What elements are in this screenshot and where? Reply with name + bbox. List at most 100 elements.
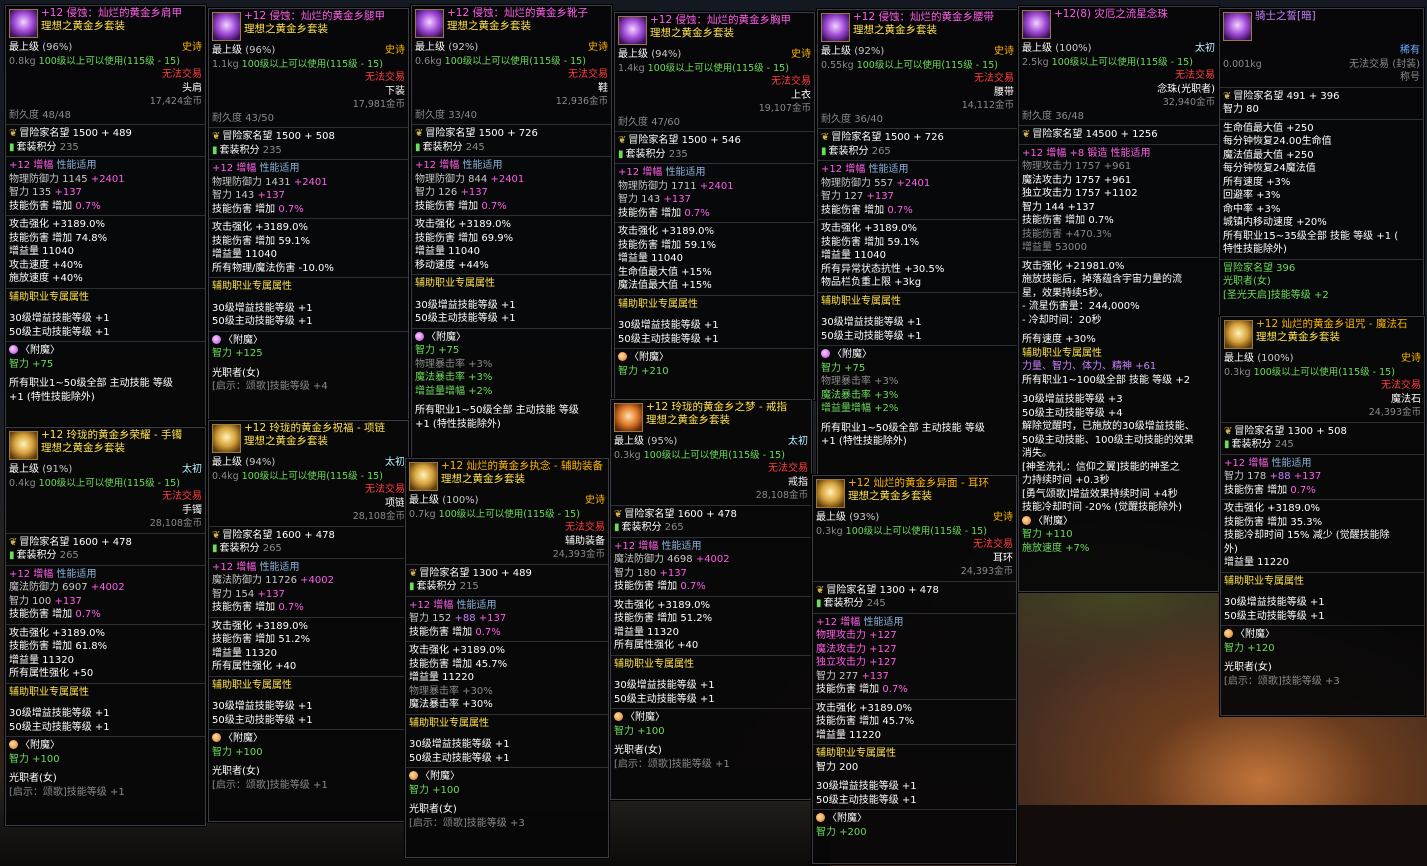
job-name: 光职者(女) [409, 804, 457, 815]
attack-line: 独立攻击力 1757 +1102 [1022, 188, 1138, 199]
stat-line: 技能伤害 增加 59.1% [618, 239, 717, 251]
stat-line: 增益量 11220 [409, 672, 474, 683]
intelligence: 智力 144 +137 [1022, 201, 1095, 213]
trade-status: 无法交易 [1381, 380, 1421, 391]
usable-level: 100级以上可以使用(115级 - 15) [438, 508, 580, 520]
item-name: +12 灿烂的黄金乡诅咒 - 魔法石 [1256, 318, 1408, 330]
stat-line: 物品栏负重上限 +3kg [821, 277, 922, 288]
aux-line: 30级增益技能等级 +1 [212, 701, 313, 712]
stat-line: 星，效果持续5秒。 [1022, 287, 1109, 299]
fame-icon: ❦ [1223, 90, 1232, 102]
set-points: 265 [59, 550, 79, 561]
stat-line: 增益量 11040 [9, 246, 74, 257]
stat-line: 物理暴击率 +30% [409, 685, 493, 697]
fame-value: 1300 + 478 [879, 584, 939, 596]
job-skill: [启示：颂歌]技能等级 +1 [614, 758, 730, 770]
job-name: 光职者(女) [9, 773, 57, 784]
perf-label: 性能适用 [456, 599, 497, 611]
belt-icon [821, 13, 850, 42]
stat-line: 所有属性强化 +40 [614, 640, 699, 651]
aux-line: 30级增益技能等级 +1 [9, 313, 110, 324]
aux-line: 50级主动技能等级 +1 [816, 794, 917, 806]
aux-header: 辅助职业专属属性 [816, 748, 896, 759]
item-name: +12 灿烂的黄金乡异面 - 耳环 [848, 477, 989, 489]
durability: 33/40 [448, 109, 478, 121]
amplify: +12 增幅 [618, 167, 663, 178]
aux-line: 30级增益技能等级 +1 [1224, 597, 1325, 608]
attack-line: 魔法攻击力 1757 +961 [1022, 174, 1132, 186]
job-name: 光职者(女) [614, 745, 662, 756]
rarity: 稀有 [1400, 45, 1420, 56]
aux-line: 50级主动技能、100级主动技能的效果 [1022, 434, 1194, 446]
quality: (100%) [1055, 43, 1092, 54]
trade-status: 无法交易 [768, 463, 808, 474]
slot-type: 鞋 [598, 82, 608, 94]
skill-dmg-pct: 0.7% [475, 626, 501, 638]
rarity: 史诗 [585, 495, 605, 506]
fame-label: 冒险家名望 [222, 529, 273, 541]
fame-label: 冒险家名望 [831, 132, 882, 143]
int-bonus: +137 [257, 588, 285, 600]
aux-line: 力量、智力、体力、精神 +61 [1022, 361, 1157, 372]
trade-status: 无法交易 [973, 539, 1013, 550]
rosary-weapon-icon [1022, 10, 1051, 39]
skill-dmg: 技能伤害 增加 [821, 204, 885, 216]
enchant-label: 〈附魔〉 [1235, 629, 1275, 640]
amplify: +12 增幅 [212, 561, 257, 573]
amplify: +12 增幅 +8 锻造 性能适用 [1022, 147, 1151, 159]
job-skill: [圣光天启]技能等级 +2 [1223, 289, 1329, 301]
defense-bonus: +4002 [90, 582, 125, 593]
stat-line: 每分钟恢复24魔法值 [1223, 163, 1316, 174]
price: 14,112金币 [961, 100, 1014, 111]
perf-label: 性能适用 [462, 160, 503, 171]
weight: 0.3kg [614, 449, 641, 461]
tooltip-magicstone: +12 灿烂的黄金乡诅咒 - 魔法石 理想之黄金乡套装 最上级 (100%) 史诗… [1220, 316, 1425, 716]
fame-label: 冒险家名望 [19, 128, 70, 139]
intelligence: 智力 154 [212, 588, 258, 600]
set-points-icon: ▮ [415, 141, 421, 153]
stat-line: 所有速度 +30% [1022, 334, 1096, 345]
defense-bonus: +2401 [896, 177, 931, 189]
slot-type: 项链 [385, 497, 405, 509]
job-name: 光职者(女) [1223, 276, 1271, 287]
defense-bonus: +4002 [695, 554, 730, 565]
aux-header: 辅助职业专属属性 [415, 278, 495, 289]
quality: (100%) [442, 495, 479, 506]
aux-header: 辅助职业专属属性 [821, 295, 901, 307]
set-name: 理想之黄金乡套装 [1256, 331, 1340, 343]
aux-header: 辅助职业专属属性 [212, 281, 292, 292]
price: 24,393金币 [1368, 407, 1421, 418]
stat-line: 增益量 11320 [9, 654, 74, 666]
usable-level: 100级以上可以使用(115级 - 15) [856, 59, 998, 71]
amplify: +12 增幅 [212, 163, 257, 174]
fame-icon: ❦ [1022, 129, 1031, 140]
set-points: 215 [459, 581, 479, 592]
aux-line: 30级增益技能等级 +1 [614, 680, 715, 691]
grade: 最上级 [9, 42, 39, 53]
set-points-icon: ▮ [816, 598, 822, 609]
quality: (94%) [651, 49, 682, 60]
set-points-label: 套装积分 [16, 550, 57, 561]
aux-line: 所有职业1~100级全部 技能 等级 +2 [1022, 374, 1191, 386]
set-points-icon: ▮ [212, 144, 218, 156]
trade-status: 无法交易 [568, 69, 608, 80]
fame-label: 冒险家名望 [624, 508, 675, 520]
item-name: +12(8) 灾厄之流星念珠 [1054, 8, 1168, 20]
aux-line: 30级增益技能等级 +1 [816, 781, 917, 792]
usable-level: 100级以上可以使用(115级 - 15) [1253, 366, 1395, 378]
defense: 物理防御力 557 [821, 177, 897, 189]
enchant-value: 智力 +100 [614, 725, 665, 737]
quality: (96%) [42, 42, 73, 53]
grade: 最上级 [821, 46, 851, 57]
skill-dmg-pct: 0.7% [1290, 484, 1316, 496]
job-name: 光职者(女) [212, 766, 260, 777]
item-name: +12 玲珑的黄金乡荣耀 - 手镯 [41, 429, 182, 441]
enchant-label: 〈附魔〉 [1033, 515, 1073, 527]
enchant-value: 增益量增幅 +2% [821, 403, 899, 414]
enchant-value: 物理暴击率 +3% [821, 376, 899, 387]
int-bonus: +137 [54, 187, 82, 198]
enchant-label: 〈附魔〉 [827, 813, 867, 824]
aux-line: 30级增益技能等级 +1 [409, 739, 510, 750]
set-points-label: 套装积分 [219, 144, 260, 156]
trade-status: 无法交易 [365, 72, 405, 83]
